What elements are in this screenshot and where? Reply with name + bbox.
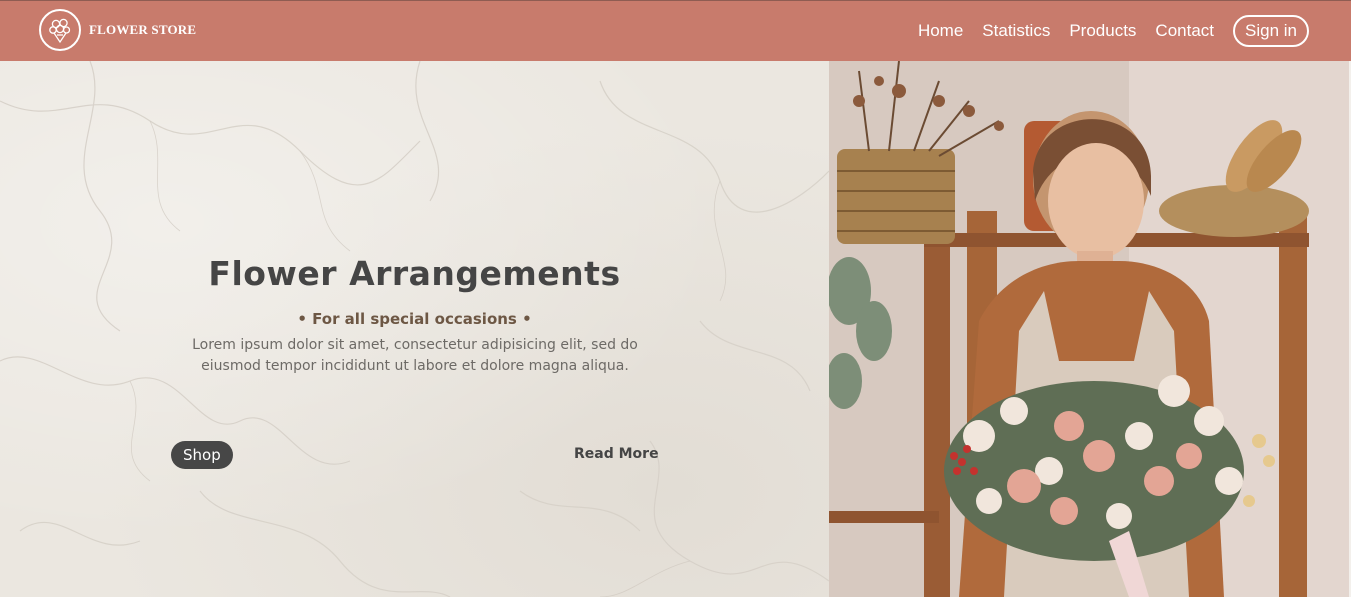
navbar: FLOWER STORE Home Statistics Products Co…	[0, 0, 1351, 61]
shop-button[interactable]: Shop	[171, 441, 233, 469]
brand-logo[interactable]: FLOWER STORE	[39, 9, 196, 51]
read-more-link[interactable]: Read More	[574, 446, 659, 462]
nav-products[interactable]: Products	[1069, 21, 1136, 41]
hero-description: Lorem ipsum dolor sit amet, consectetur …	[192, 337, 638, 374]
hero-title: Flower Arrangements	[208, 254, 621, 293]
nav-contact[interactable]: Contact	[1155, 21, 1214, 41]
nav-home[interactable]: Home	[918, 21, 963, 41]
brand-name: FLOWER STORE	[89, 22, 197, 37]
main-nav: Home Statistics Products Contact Sign in	[918, 15, 1309, 47]
florist-with-bouquet-photo	[829, 61, 1349, 597]
hero-subtitle: • For all special occasions •	[297, 310, 532, 328]
nav-statistics[interactable]: Statistics	[982, 21, 1050, 41]
bouquet-logo-icon	[39, 9, 81, 51]
hero-section: Flower Arrangements • For all special oc…	[0, 61, 829, 597]
marble-background	[0, 61, 829, 597]
sign-in-button[interactable]: Sign in	[1233, 15, 1309, 47]
